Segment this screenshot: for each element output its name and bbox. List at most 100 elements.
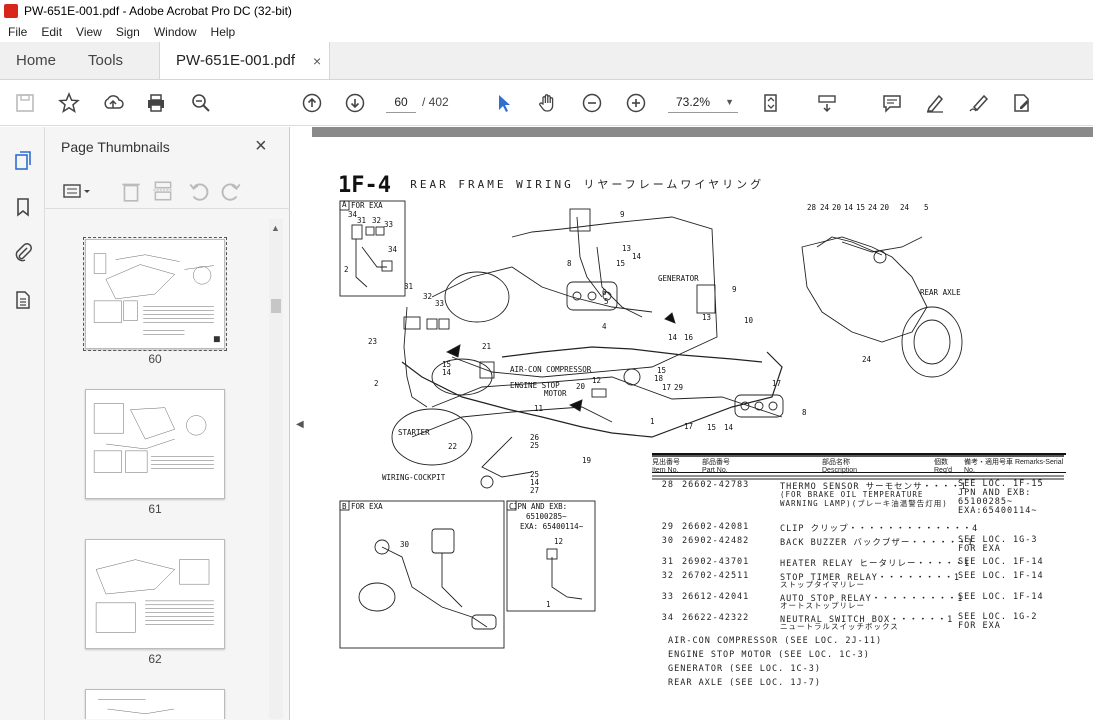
- svg-text:65100285~: 65100285~: [526, 512, 567, 521]
- svg-text:21: 21: [482, 342, 491, 351]
- thumbnail-page-61[interactable]: [85, 389, 225, 499]
- zoom-out-icon[interactable]: [579, 90, 605, 116]
- title-bar: PW-651E-001.pdf - Adobe Acrobat Pro DC (…: [0, 0, 1093, 22]
- svg-text:17: 17: [772, 379, 781, 388]
- svg-text:8: 8: [567, 259, 572, 268]
- tab-document[interactable]: PW-651E-001.pdf ×: [159, 42, 331, 79]
- menu-view[interactable]: View: [76, 25, 102, 39]
- svg-text:2: 2: [374, 379, 379, 388]
- svg-text:9: 9: [620, 210, 625, 219]
- page-fit-icon[interactable]: [758, 90, 784, 116]
- panel-collapse-handle[interactable]: ◀: [290, 127, 312, 720]
- menu-file[interactable]: File: [8, 25, 27, 39]
- zoom-in-icon[interactable]: [623, 90, 649, 116]
- chevron-down-icon: ▼: [725, 97, 734, 107]
- menu-bar: File Edit View Sign Window Help: [0, 22, 1093, 42]
- svg-text:16: 16: [684, 333, 694, 342]
- svg-text:1: 1: [650, 417, 655, 426]
- panel-close-icon[interactable]: ×: [255, 135, 267, 158]
- page-number-input[interactable]: 60: [386, 91, 416, 113]
- svg-text:20: 20: [832, 203, 842, 212]
- upload-icon[interactable]: [100, 90, 126, 116]
- print-icon[interactable]: [143, 90, 169, 116]
- previous-page-icon[interactable]: [299, 90, 325, 116]
- zoom-dropdown[interactable]: 73.2% ▼: [668, 91, 738, 113]
- page-total: / 402: [422, 95, 449, 109]
- thumbnail-page-62[interactable]: [85, 539, 225, 649]
- svg-text:6: 6: [602, 288, 607, 297]
- menu-sign[interactable]: Sign: [116, 25, 140, 39]
- pdf-page: 1F-4 REAR FRAME WIRING リヤーフレームワイヤリング FOR…: [312, 137, 1093, 720]
- svg-text:5: 5: [924, 203, 929, 212]
- acrobat-app-icon: [4, 4, 18, 18]
- tab-home[interactable]: Home: [0, 42, 72, 79]
- save-icon[interactable]: [12, 90, 38, 116]
- svg-text:29: 29: [674, 383, 683, 392]
- panel-title: Page Thumbnails: [61, 139, 170, 155]
- thumbnail-page-60[interactable]: [83, 237, 227, 351]
- svg-text:14: 14: [668, 333, 678, 342]
- svg-text:33: 33: [384, 220, 393, 229]
- thumbnail-page-63[interactable]: [85, 689, 225, 719]
- zoom-search-icon[interactable]: [188, 90, 214, 116]
- document-viewer[interactable]: 1F-4 REAR FRAME WIRING リヤーフレームワイヤリング FOR…: [312, 127, 1093, 720]
- document-icon[interactable]: [10, 287, 36, 313]
- highlight-pen-icon[interactable]: [922, 90, 948, 116]
- extract-page-icon[interactable]: [151, 179, 175, 203]
- scrollbar-thumb[interactable]: [271, 299, 281, 313]
- edit-pdf-icon[interactable]: [1009, 90, 1035, 116]
- thumbnail-options-icon[interactable]: [59, 179, 95, 203]
- location-notes: AIR-CON COMPRESSOR (SEE LOC. 2J-11) ENGI…: [668, 634, 882, 690]
- svg-text:34: 34: [388, 245, 398, 254]
- svg-text:AIR-CON COMPRESSOR: AIR-CON COMPRESSOR: [510, 365, 592, 374]
- svg-text:15: 15: [707, 423, 716, 432]
- svg-text:31: 31: [357, 216, 366, 225]
- svg-text:17: 17: [662, 383, 671, 392]
- svg-text:FOR EXA: FOR EXA: [351, 201, 383, 210]
- comment-icon[interactable]: [879, 90, 905, 116]
- note-engine-stop: ENGINE STOP MOTOR (SEE LOC. 1C-3): [668, 650, 870, 660]
- tab-close-icon[interactable]: ×: [313, 53, 321, 69]
- tab-tools[interactable]: Tools: [72, 42, 139, 79]
- rotate-left-icon[interactable]: [187, 179, 211, 203]
- svg-text:2: 2: [344, 265, 349, 274]
- svg-text:REAR AXLE: REAR AXLE: [920, 288, 961, 297]
- svg-text:25: 25: [530, 441, 539, 450]
- svg-text:GENERATOR: GENERATOR: [658, 274, 699, 283]
- thumbnail-scrollbar[interactable]: ▲: [269, 219, 283, 719]
- delete-page-icon[interactable]: [119, 179, 143, 203]
- window-title: PW-651E-001.pdf - Adobe Acrobat Pro DC (…: [24, 4, 292, 18]
- header-part: 部品番号 Part No.: [702, 459, 730, 474]
- svg-text:23: 23: [368, 337, 377, 346]
- svg-text:30: 30: [400, 540, 410, 549]
- svg-text:12: 12: [592, 376, 601, 385]
- hand-tool-icon[interactable]: [535, 90, 561, 116]
- scroll-up-icon[interactable]: ▲: [271, 223, 280, 233]
- svg-text:13: 13: [622, 244, 631, 253]
- menu-help[interactable]: Help: [211, 25, 236, 39]
- panel-toolbar: [45, 173, 290, 209]
- svg-text:12: 12: [554, 537, 563, 546]
- keyboard-scroll-icon[interactable]: [814, 90, 840, 116]
- svg-text:24: 24: [862, 355, 872, 364]
- svg-text:27: 27: [530, 486, 539, 495]
- next-page-icon[interactable]: [342, 90, 368, 116]
- svg-text:18: 18: [654, 374, 664, 383]
- rotate-right-icon[interactable]: [219, 179, 243, 203]
- svg-text:13: 13: [702, 313, 711, 322]
- svg-text:22: 22: [448, 442, 457, 451]
- sign-pen-icon[interactable]: [966, 90, 992, 116]
- page-thumbnails-icon[interactable]: [10, 147, 36, 173]
- svg-text:19: 19: [582, 456, 591, 465]
- bookmark-icon[interactable]: [10, 194, 36, 220]
- page-thumbnails-panel: Page Thumbnails × 60 61 62 ▲: [45, 127, 290, 720]
- select-cursor-icon[interactable]: [491, 90, 517, 116]
- menu-window[interactable]: Window: [154, 25, 197, 39]
- menu-edit[interactable]: Edit: [41, 25, 62, 39]
- star-icon[interactable]: [56, 90, 82, 116]
- svg-text:11: 11: [534, 404, 543, 413]
- svg-text:8: 8: [802, 408, 807, 417]
- attachment-icon[interactable]: [10, 239, 36, 265]
- svg-text:20: 20: [576, 382, 586, 391]
- svg-text:5: 5: [604, 297, 609, 306]
